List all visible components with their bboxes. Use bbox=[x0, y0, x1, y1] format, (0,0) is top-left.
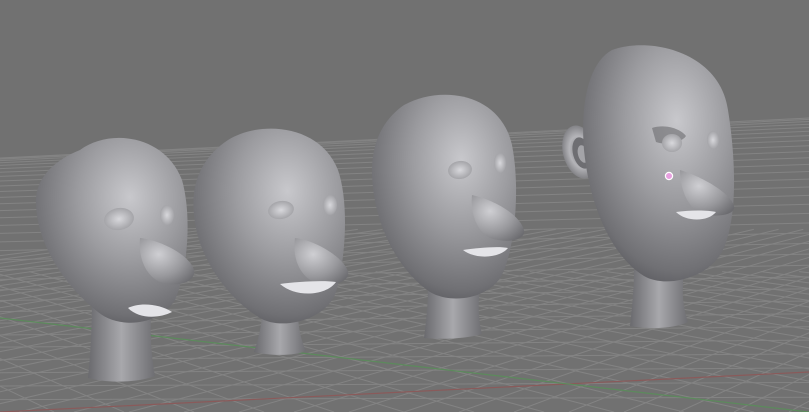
3d-cursor-icon[interactable] bbox=[664, 171, 674, 181]
3d-viewport[interactable] bbox=[0, 0, 809, 412]
eye-socket-right bbox=[323, 195, 337, 215]
eye-socket-right bbox=[707, 131, 719, 149]
eye-socket-right bbox=[160, 205, 174, 225]
eye-socket-right bbox=[494, 153, 506, 173]
eye-socket-left bbox=[662, 134, 682, 152]
